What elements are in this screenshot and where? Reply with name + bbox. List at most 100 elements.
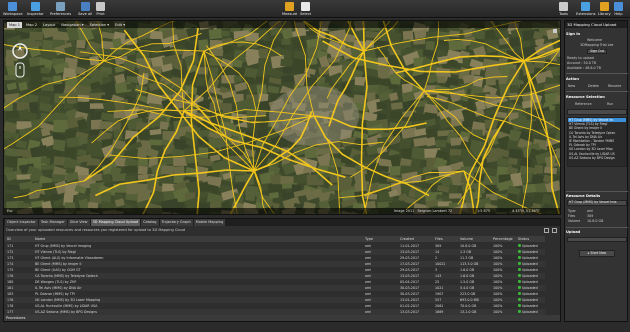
column-header-volume[interactable]: Volume	[460, 237, 473, 241]
save-all-icon	[80, 2, 90, 11]
aerial-map-canvas[interactable]	[4, 21, 561, 215]
tab-catalog[interactable]: Catalog	[141, 219, 159, 226]
divider	[566, 227, 628, 228]
selection-heading: Resource Selection	[566, 95, 605, 99]
status-text: Uploaded	[522, 244, 538, 248]
table-cell: 01-02-2017	[400, 304, 420, 308]
extensions-button[interactable]: Extensions	[576, 1, 596, 17]
field-parcel	[40, 127, 51, 137]
status-ok-icon	[518, 310, 521, 314]
map-menu-navigation[interactable]: Navigation ▾	[59, 22, 85, 28]
field-parcel	[126, 182, 138, 195]
column-header-files[interactable]: Files	[435, 237, 443, 241]
settings-icon[interactable]	[552, 228, 557, 233]
map-view[interactable]: Map 1 Map 2 Layout Navigation ▾ Selection ▾ E…	[3, 20, 561, 215]
field-parcel	[438, 116, 453, 130]
table-cell: 1.6.0 GB	[460, 274, 475, 278]
tab-task-manager[interactable]: Task Manager	[38, 219, 67, 226]
map-tab-2[interactable]: Map 2	[24, 22, 39, 28]
navigation-widget[interactable]	[10, 41, 32, 81]
divider	[566, 191, 628, 192]
save-all-button[interactable]: Save all	[78, 1, 92, 17]
tab-trajectory-graph[interactable]: Trajectory Graph	[159, 219, 193, 226]
map-tab-1[interactable]: Map 1	[7, 21, 23, 28]
table-cell: 175	[7, 268, 14, 272]
details-name-field[interactable]: HT Grup (MMS) by Vexcel Ima	[567, 200, 627, 206]
toolbar-label: Measure	[282, 12, 298, 16]
user-name: 3DMapping Trial Lee	[580, 43, 614, 47]
details-heading: Resource Details	[566, 194, 601, 198]
table-cell: 29-03-2017	[400, 256, 420, 260]
column-header-status[interactable]: Status	[518, 237, 529, 241]
table-cell: omi	[365, 250, 372, 254]
table-cell: 11-01-2017	[400, 244, 420, 248]
run-radio[interactable]: Run	[607, 102, 613, 106]
measure-button[interactable]: Measure	[282, 1, 297, 17]
map-menu-edit[interactable]: Edit ▾	[113, 22, 127, 28]
field-parcel	[6, 82, 17, 91]
column-header-type[interactable]: Type	[365, 237, 373, 241]
refresh-icon[interactable]	[544, 228, 549, 233]
field-parcel	[114, 73, 126, 85]
resource-list-item[interactable]: US-AZ Sedona by BPG Design	[568, 156, 626, 160]
workspace-button[interactable]: Workspace	[3, 1, 23, 17]
field-parcel	[15, 139, 28, 149]
reference-radio[interactable]: Reference	[575, 102, 592, 106]
tab-mobile-mapping[interactable]: Mobile Mapping	[193, 219, 226, 226]
table-cell: PL Gdansk (MMS) by TPI	[35, 292, 75, 296]
table-cell: omi	[365, 298, 372, 302]
field-parcel	[146, 147, 159, 159]
print-button[interactable]: Print	[96, 1, 105, 17]
tab-3d-mapping-cloud-upload[interactable]: 3D Mapping Cloud Upload	[90, 219, 141, 226]
extensions-icon	[581, 2, 591, 11]
tab-slice-view[interactable]: Slice View	[67, 219, 90, 226]
resource-list[interactable]: HT Grup (MMS) by Vexcel Im. HT Vienna (TL…	[567, 117, 627, 167]
volume-label: Volume	[568, 219, 581, 223]
map-menu-selection[interactable]: Selection ▾	[88, 22, 112, 28]
cloud-upload-panel: 3D Mapping Cloud Upload Sign In Welcome …	[564, 20, 628, 322]
tools-button[interactable]: Tools	[559, 1, 568, 17]
new-action-button[interactable]: New	[568, 84, 575, 88]
resume-action-button[interactable]: Resume	[608, 84, 621, 88]
divider	[566, 91, 628, 92]
column-header-id[interactable]: ID	[7, 237, 11, 241]
table-cell: 100%	[493, 304, 503, 308]
resource-filter-input[interactable]	[567, 109, 627, 115]
column-header-name[interactable]: Name	[35, 237, 45, 241]
map-tab-3[interactable]: Layout	[41, 22, 57, 28]
type-label: Type	[568, 209, 576, 213]
field-parcel	[449, 154, 461, 163]
table-cell: 29-03-2017	[400, 268, 420, 272]
help-button[interactable]: Help	[614, 1, 623, 17]
status-ok-icon	[518, 280, 521, 284]
bottom-tab-bar: Object Inspector Task Manager Slice View 3D…	[4, 219, 560, 226]
column-header-percentage[interactable]: Percentage	[493, 237, 513, 241]
select-button[interactable]: Select	[300, 1, 311, 17]
library-button[interactable]: Library	[598, 1, 611, 17]
table-cell: 693.0.0 MB	[460, 298, 479, 302]
table-cell: omi	[365, 268, 372, 272]
map-options-icon[interactable]	[553, 29, 557, 33]
zoom-control-icon[interactable]	[15, 62, 25, 78]
preferences-button[interactable]: Preferences	[50, 1, 71, 17]
table-cell: 100%	[493, 286, 503, 290]
table-cell: Uploaded	[518, 268, 538, 272]
status-text: Uploaded	[522, 250, 538, 254]
start-now-button[interactable]: ▸ Start Now	[579, 250, 615, 257]
procedures-bar: Procedures	[4, 315, 560, 321]
help-icon	[614, 2, 623, 11]
table-cell: 3	[435, 268, 438, 272]
tab-object-inspector[interactable]: Object Inspector	[5, 219, 38, 226]
inspector-button[interactable]: Inspector	[27, 1, 44, 17]
table-cell: 100%	[493, 274, 503, 278]
signout-button[interactable]: Sign Out	[587, 49, 607, 54]
field-parcel	[208, 28, 223, 40]
delete-action-button[interactable]: Delete	[588, 84, 599, 88]
workspace-icon	[8, 2, 18, 11]
table-cell: 2	[435, 256, 438, 260]
table-cell: 176	[7, 304, 14, 308]
table-cell: Uploaded	[518, 244, 538, 248]
column-header-created[interactable]: Created	[400, 237, 414, 241]
table-cell: 13.2.0 GB	[460, 310, 477, 314]
status-ok-icon	[518, 244, 521, 248]
